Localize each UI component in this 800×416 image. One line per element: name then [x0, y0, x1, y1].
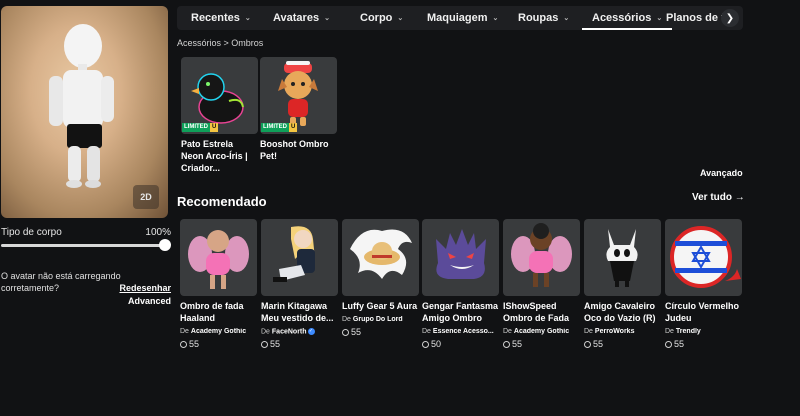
- item-price: 55: [503, 339, 580, 349]
- body-type-label: Tipo de corpo: [1, 227, 62, 238]
- luffy-gear5-image: [350, 229, 412, 279]
- item-creator[interactable]: De Trendly: [665, 328, 742, 335]
- item-name[interactable]: IShowSpeed Ombro de Fada: [503, 300, 580, 324]
- item-creator[interactable]: De Academy Gothic: [180, 328, 257, 335]
- avatar-loading-help: O avatar não está carregando corretament…: [1, 270, 171, 306]
- body-type-value: 100%: [145, 227, 171, 238]
- item-creator[interactable]: De Grupo Do Lord: [342, 316, 419, 323]
- robux-icon: [584, 340, 591, 348]
- chevron-right-icon[interactable]: ❯: [721, 9, 739, 27]
- robux-icon: [422, 340, 429, 348]
- item-thumbnail[interactable]: LIMITED U: [181, 57, 258, 134]
- robux-icon: [342, 328, 349, 336]
- item-thumbnail[interactable]: LIMITED U: [260, 57, 337, 134]
- recommended-item-card[interactable]: Amigo Cavaleiro Oco do Vazio (R) De Perr…: [584, 219, 661, 349]
- recommended-item-card[interactable]: Círculo Vermelho Judeu De Trendly 55: [665, 219, 742, 349]
- item-creator[interactable]: De PerroWorks: [584, 328, 661, 335]
- tab-maquiagem[interactable]: Maquiagem ⌄: [427, 6, 498, 30]
- category-nav: Recentes ⌄ Avatares ⌄ Corpo ⌄ Maquiagem ⌄ Ro…: [177, 6, 743, 30]
- item-price: 55: [342, 327, 419, 337]
- breadcrumb[interactable]: Acessórios > Ombros: [177, 38, 263, 48]
- item-thumbnail[interactable]: [342, 219, 419, 296]
- item-name[interactable]: Círculo Vermelho Judeu: [665, 300, 742, 324]
- item-thumbnail[interactable]: [422, 219, 499, 296]
- chevron-down-icon: ⌄: [656, 15, 663, 22]
- tab-avatares[interactable]: Avatares ⌄: [273, 6, 330, 30]
- robux-icon: [261, 340, 268, 348]
- owned-item-card[interactable]: LIMITED U Booshot Ombro Pet!: [260, 57, 337, 162]
- chevron-down-icon: ⌄: [397, 15, 404, 22]
- recommended-item-card[interactable]: Ombro de fada Haaland De Academy Gothic …: [180, 219, 257, 349]
- body-type-slider[interactable]: [1, 239, 171, 251]
- fairy-item-image: [188, 230, 249, 289]
- item-thumbnail[interactable]: [261, 219, 338, 296]
- recommended-item-card[interactable]: Marin Kitagawa Meu vestido de... De Face…: [261, 219, 338, 349]
- chevron-down-icon: ⌄: [244, 15, 251, 22]
- marin-item-image: [273, 226, 315, 282]
- chevron-down-icon: ⌄: [492, 15, 499, 22]
- item-creator[interactable]: De Academy Gothic: [503, 328, 580, 335]
- ishowspeed-fairy-image: [511, 223, 572, 287]
- robux-icon: [180, 340, 187, 348]
- hollow-knight-image: [606, 229, 638, 287]
- advanced-filter-link[interactable]: Avançado: [700, 168, 743, 178]
- item-name[interactable]: Booshot Ombro Pet!: [260, 138, 337, 162]
- body-type-control: Tipo de corpo 100%: [1, 227, 171, 251]
- gengar-item-image: [436, 229, 486, 279]
- item-name[interactable]: Luffy Gear 5 Aura: [342, 300, 419, 312]
- recommended-title: Recomendado: [177, 194, 267, 209]
- limited-badge: LIMITED U: [261, 123, 298, 132]
- limited-badge: LIMITED U: [182, 123, 219, 132]
- item-name[interactable]: Marin Kitagawa Meu vestido de...: [261, 300, 338, 324]
- redraw-link[interactable]: Redesenhar: [119, 282, 171, 294]
- avatar-preview[interactable]: 2D: [1, 6, 168, 218]
- chevron-down-icon: ⌄: [324, 15, 330, 22]
- item-price: 50: [422, 339, 499, 349]
- flag-circle-image: [670, 226, 741, 288]
- tab-recentes[interactable]: Recentes ⌄: [191, 6, 251, 30]
- item-creator[interactable]: De FaceNorth ✓: [261, 328, 338, 335]
- item-name[interactable]: Pato Estrela Neon Arco-Íris | Criador...: [181, 138, 258, 174]
- item-name[interactable]: Amigo Cavaleiro Oco do Vazio (R): [584, 300, 661, 324]
- item-name[interactable]: Gengar Fantasma Amigo Ombro: [422, 300, 499, 324]
- recommended-item-card[interactable]: Luffy Gear 5 Aura De Grupo Do Lord 55: [342, 219, 419, 337]
- item-price: 55: [180, 339, 257, 349]
- chevron-down-icon: ⌄: [563, 15, 570, 22]
- item-creator[interactable]: De Essence Acesso...: [422, 328, 499, 335]
- avatar-loading-text: O avatar não está carregando corretament…: [1, 271, 121, 293]
- robux-icon: [503, 340, 510, 348]
- slider-thumb[interactable]: [159, 239, 171, 251]
- tab-acessorios[interactable]: Acessórios ⌄: [581, 6, 673, 30]
- robux-icon: [665, 340, 672, 348]
- item-price: 55: [261, 339, 338, 349]
- item-price: 55: [665, 339, 742, 349]
- 2d-view-button[interactable]: 2D: [133, 185, 159, 209]
- see-all-link[interactable]: Ver tudo →: [692, 192, 745, 203]
- recommended-item-card[interactable]: Gengar Fantasma Amigo Ombro De Essence A…: [422, 219, 499, 349]
- tab-corpo[interactable]: Corpo ⌄: [360, 6, 403, 30]
- verified-icon: ✓: [307, 328, 315, 335]
- recommended-item-card[interactable]: IShowSpeed Ombro de Fada De Academy Goth…: [503, 219, 580, 349]
- advanced-link[interactable]: Advanced: [128, 295, 171, 307]
- item-thumbnail[interactable]: [584, 219, 661, 296]
- avatar-figure: [49, 24, 114, 188]
- item-name[interactable]: Ombro de fada Haaland: [180, 300, 257, 324]
- item-thumbnail[interactable]: [503, 219, 580, 296]
- item-thumbnail[interactable]: [180, 219, 257, 296]
- owned-item-card[interactable]: LIMITED U Pato Estrela Neon Arco-Íris | C…: [181, 57, 258, 174]
- item-price: 55: [584, 339, 661, 349]
- item-thumbnail[interactable]: [665, 219, 742, 296]
- tab-roupas[interactable]: Roupas ⌄: [518, 6, 569, 30]
